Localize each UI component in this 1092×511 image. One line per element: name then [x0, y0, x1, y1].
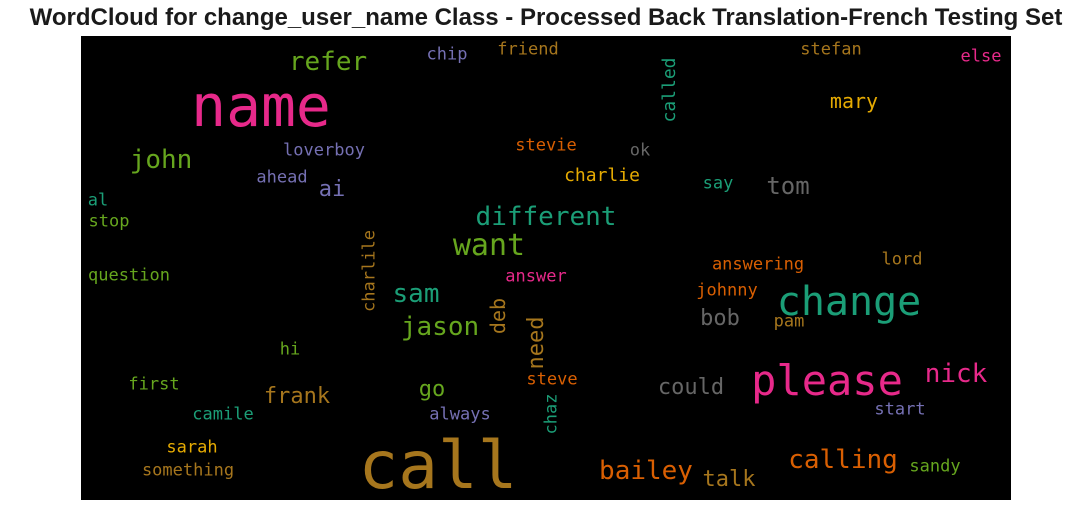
word-called: called [659, 57, 680, 123]
word-charlile: charlile [359, 230, 380, 312]
word-chaz: chaz [541, 393, 562, 435]
word-charlie: charlie [564, 165, 640, 186]
word-something: something [141, 460, 235, 481]
word-johnny: johnny [696, 280, 758, 301]
word-john: john [129, 145, 193, 175]
word-friend: friend [497, 39, 559, 60]
word-lord: lord [881, 249, 923, 270]
word-answer: answer [505, 266, 567, 287]
word-camile: camile [192, 404, 254, 425]
word-jason: jason [400, 312, 480, 342]
word-question: question [88, 265, 170, 286]
word-answering: answering [711, 254, 805, 275]
word-cloud: name call please change want different john ref… [81, 36, 1011, 500]
word-loverboy: loverboy [283, 140, 365, 161]
word-ahead: ahead [256, 167, 308, 188]
word-call: call [358, 427, 518, 500]
word-different: different [475, 202, 617, 232]
word-calling: calling [788, 445, 898, 475]
word-stevie: stevie [515, 135, 577, 156]
word-nick: nick [924, 359, 988, 389]
word-stop: stop [88, 211, 130, 232]
word-bailey: bailey [599, 456, 693, 486]
word-could: could [657, 375, 725, 400]
word-need: need [524, 316, 549, 370]
word-bob: bob [700, 306, 740, 331]
word-start: start [874, 399, 926, 420]
word-want: want [452, 228, 526, 263]
word-al: al [87, 190, 109, 211]
word-ai: ai [318, 177, 346, 202]
word-sarah: sarah [166, 437, 218, 458]
word-please: please [751, 356, 903, 405]
word-first: first [128, 374, 180, 395]
word-else: else [960, 46, 1002, 67]
word-stefan: stefan [800, 39, 862, 60]
word-say: say [702, 173, 734, 194]
chart-title: WordCloud for change_user_name Class - P… [29, 4, 1063, 31]
word-go: go [418, 377, 446, 402]
word-name: name [191, 72, 331, 140]
word-refer: refer [288, 47, 368, 77]
word-tom: tom [766, 172, 810, 200]
word-deb: deb [486, 297, 510, 335]
word-pam: pam [773, 311, 805, 332]
word-ok: ok [629, 140, 651, 161]
word-sandy: sandy [909, 456, 961, 477]
word-chip: chip [426, 44, 468, 65]
word-always: always [429, 404, 491, 425]
word-sam: sam [392, 279, 440, 309]
word-hi: hi [279, 339, 301, 360]
word-frank: frank [263, 384, 331, 409]
word-steve: steve [526, 369, 578, 390]
word-talk: talk [702, 467, 756, 492]
word-mary: mary [829, 89, 879, 113]
